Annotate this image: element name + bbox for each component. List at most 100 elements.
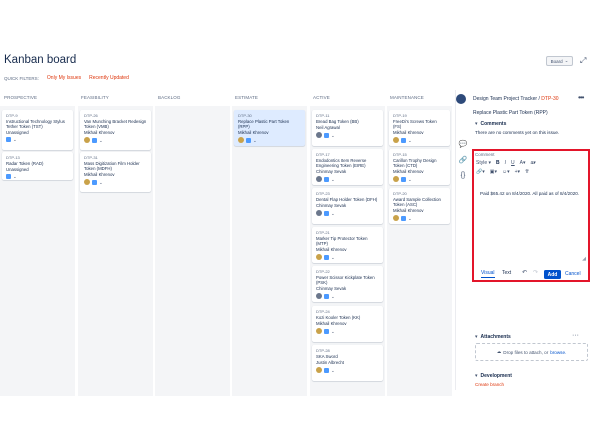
cancel-button[interactable]: Cancel [565,271,581,277]
issue-title: Endodontics Item Reverse Engineering Tok… [316,158,367,168]
issue-card[interactable]: DTP-23 Dental Flap Holder Token (DFH) Ch… [312,188,383,224]
assignee-name: Chinmay Sevak [316,286,347,291]
assignee-name: Mikhail Khrenov [393,208,424,213]
assignee-name: Mikhail Khrenov [84,130,115,135]
chevron-down-icon: ⌄ [564,58,569,63]
task-type-icon [324,367,329,373]
issue-card[interactable]: DTP-13 Radar Token (RAD) Unassigned ⌄ [2,152,73,180]
attachment-picker-icon[interactable]: ▣▾ [490,169,497,175]
chevron-down-icon: ⌄ [331,367,335,373]
task-type-icon [324,254,329,260]
issue-title: Van Munching Bracket Redesign Token (VMB… [84,119,147,129]
chevron-down-icon: ▾ [475,373,478,379]
attachments-heading-label: Attachments [480,334,511,340]
issue-key: DTP-23 [316,191,330,196]
more-formatting-icon[interactable]: a̶▾ [531,160,536,166]
assignee-name: Mikhail Khrenov [238,130,269,135]
issue-card[interactable]: DTP-19 FreeDi's Screws Token (FS) Mikhai… [389,110,450,146]
add-comment-button[interactable]: Add [544,270,561,279]
column-backlog [155,106,230,396]
link-icon[interactable]: 🔗▾ [476,169,485,175]
chevron-down-icon: ▾ [475,334,478,340]
issue-card[interactable]: DTP-20 Award Sample Collection Token (AS… [389,188,450,224]
insert-more-icon[interactable]: +▾ [515,169,520,175]
attachments-heading[interactable]: ▾ Attachments [475,334,511,340]
avatar [316,254,322,260]
issue-title: Power Scissor Kickplate Token (PSK) [316,275,375,285]
comment-text-area[interactable]: Paid $65.42 on 8/4/2020. All paid as of … [480,191,580,197]
avatar [316,293,322,299]
breadcrumb: Design Team Project Tracker / DTP-30 [473,96,559,102]
chevron-down-icon: ⌄ [99,179,103,185]
italic-icon[interactable]: I [505,160,506,166]
emoji-icon[interactable]: ☺▾ [502,169,510,175]
issue-card[interactable]: DTP-21 Marker Tip Protector Token (MTP) … [312,227,383,263]
issue-key: DTP-19 [393,113,407,118]
chevron-down-icon: ⌄ [253,137,257,143]
chevron-down-icon: ⌄ [331,293,335,299]
assignee-name: Mikhail Khrenov [84,172,115,177]
undo-icon[interactable]: ↶ [522,269,527,276]
chevron-down-icon: ⌄ [13,174,17,179]
issue-key: DTP-31 [84,155,98,160]
filter-only-my-issues[interactable]: Only My Issues [47,75,81,81]
attachment-dropzone[interactable]: ☁ Drop files to attach, or browse. [475,343,588,361]
assignee-name: Justin Albrecht [316,360,344,365]
issue-title: Kozi Kooler Token (KK) [316,315,361,320]
issue-card[interactable]: DTP-9 Instructional Technology Stylus Te… [2,110,73,150]
assignee-name: Mikhail Khrenov [316,321,347,326]
issue-key: DTP-28 [316,348,330,353]
create-branch-link[interactable]: Create branch [475,382,504,387]
issue-card[interactable]: DTP-28 SKA Sword Justin Albrecht ⌄ [312,345,383,381]
issue-card[interactable]: DTP-22 Power Scissor Kickplate Token (PS… [312,266,383,302]
resize-handle-icon[interactable]: ◢ [582,256,586,262]
issue-card[interactable]: DTP-31 Mass Digitization Film Holder Tok… [80,152,151,192]
more-options-icon[interactable]: ••• [578,93,584,102]
issue-title: Instructional Technology Stylus Tether T… [6,119,65,129]
comment-icon[interactable]: 💬 [459,140,468,148]
filter-recently-updated[interactable]: Recently Updated [89,75,129,81]
issue-summary[interactable]: Replace Plastic Part Token (RPP) [473,110,548,116]
issue-card[interactable]: DTP-15 Carillon Trophy Design Token (CTD… [389,149,450,185]
redo-icon[interactable]: ↷ [533,269,538,276]
development-heading[interactable]: ▾ Development [475,373,512,379]
issue-card[interactable]: DTP-24 Kozi Kooler Token (KK) Mikhail Kh… [312,306,383,342]
breadcrumb-project[interactable]: Design Team Project Tracker [473,96,537,102]
issue-key: DTP-13 [6,155,20,160]
task-type-icon [6,137,11,142]
task-type-icon [324,176,329,182]
attachment-icon[interactable]: 🔗 [459,156,468,164]
style-dropdown[interactable]: Style ▾ [476,160,491,166]
issue-key: DTP-26 [84,113,98,118]
collapse-toolbar-icon[interactable]: ⇈ [525,169,529,175]
issue-title: SKA Sword [316,354,338,359]
underline-icon[interactable]: U [511,160,515,166]
tab-text[interactable]: Text [502,270,511,276]
issue-key: DTP-15 [393,152,407,157]
comments-heading[interactable]: ▾ Comments [475,121,506,127]
issue-card[interactable]: DTP-11 Bread Bag Token (BB) Neil Agrawal… [312,110,383,146]
attachments-more-icon[interactable]: ··· [572,332,579,339]
tab-visual[interactable]: Visual [481,270,495,278]
chevron-down-icon: ⌄ [331,132,335,138]
assignee-name: Unassigned [6,130,29,135]
browse-link[interactable]: browse. [550,350,566,355]
issue-key: DTP-11 [316,113,330,118]
task-type-icon [324,293,329,299]
breadcrumb-issue-key[interactable]: DTP-30 [541,96,558,102]
avatar [316,210,322,216]
expand-icon[interactable]: ⤢ [580,56,586,66]
text-color-icon[interactable]: A▾ [520,160,526,166]
code-icon[interactable]: {} [461,172,466,179]
issue-key: DTP-20 [393,191,407,196]
avatar [316,176,322,182]
issue-card[interactable]: DTP-26 Van Munching Bracket Redesign Tok… [80,110,151,150]
board-dropdown-button[interactable]: Board ⌄ [546,56,573,66]
issue-key: DTP-17 [316,152,330,157]
issue-card[interactable]: DTP-17 Endodontics Item Reverse Engineer… [312,149,383,185]
issue-card-selected[interactable]: DTP-30 Replace Plastic Part Token (RPP) … [234,110,305,146]
comment-editor[interactable]: Style ▾ B I U A▾ a̶▾ 🔗▾ ▣▾ ☺▾ +▾ ⇈ Paid … [476,158,586,268]
bold-icon[interactable]: B [496,160,500,166]
issue-title: Carillon Trophy Design Token (CTD) [393,158,437,168]
issue-key: DTP-22 [316,269,330,274]
